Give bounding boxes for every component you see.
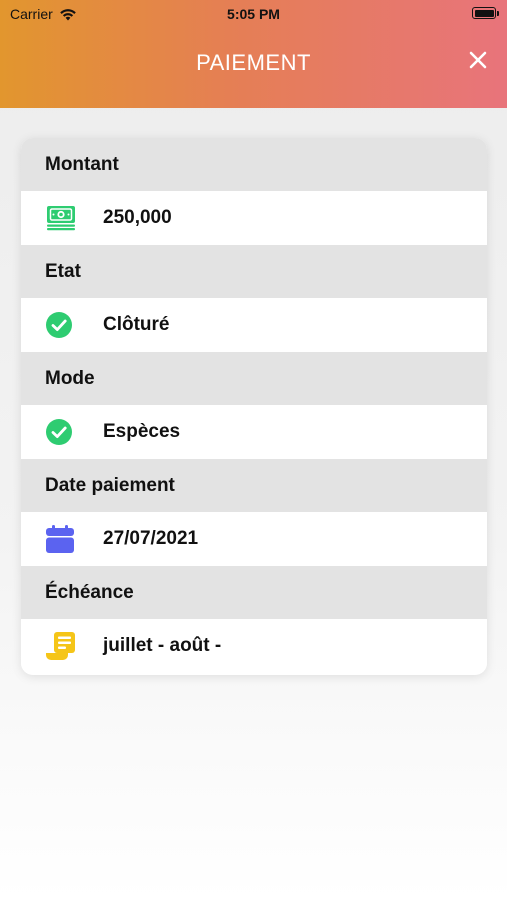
calendar-icon [46, 525, 74, 553]
amount-value: 250,000 [103, 207, 172, 228]
header-bar: Carrier 5:05 PM PAIEMENT [0, 0, 507, 108]
section-row-echeance: juillet - août - [21, 619, 487, 673]
payment-details-card: Montant 250,000 Etat Clôturé Mode Espèce… [21, 138, 487, 675]
status-time: 5:05 PM [227, 6, 280, 22]
receipt-icon [46, 632, 75, 660]
page-title: PAIEMENT [196, 50, 311, 75]
section-label: Mode [45, 367, 95, 389]
status-bar: Carrier 5:05 PM [0, 0, 507, 28]
section-row-montant: 250,000 [21, 191, 487, 245]
section-header-date-paiement: Date paiement [21, 459, 487, 512]
check-circle-icon [46, 312, 72, 338]
section-row-etat: Clôturé [21, 298, 487, 352]
section-label: Etat [45, 260, 81, 282]
status-value: Clôturé [103, 314, 170, 335]
section-header-etat: Etat [21, 245, 487, 298]
money-icon [47, 206, 75, 231]
due-period-value: juillet - août - [103, 635, 222, 656]
payment-mode-value: Espèces [103, 421, 181, 442]
section-label: Échéance [45, 581, 134, 603]
close-icon [469, 51, 487, 69]
close-button[interactable] [465, 47, 491, 73]
section-row-date-paiement: 27/07/2021 [21, 512, 487, 566]
section-row-mode: Espèces [21, 405, 487, 459]
check-circle-icon [46, 419, 72, 445]
section-label: Date paiement [45, 474, 175, 496]
battery-icon [472, 7, 499, 19]
section-header-mode: Mode [21, 352, 487, 405]
section-label: Montant [45, 153, 119, 175]
section-header-echeance: Échéance [21, 566, 487, 619]
section-header-montant: Montant [21, 138, 487, 191]
payment-date-value: 27/07/2021 [103, 528, 199, 549]
